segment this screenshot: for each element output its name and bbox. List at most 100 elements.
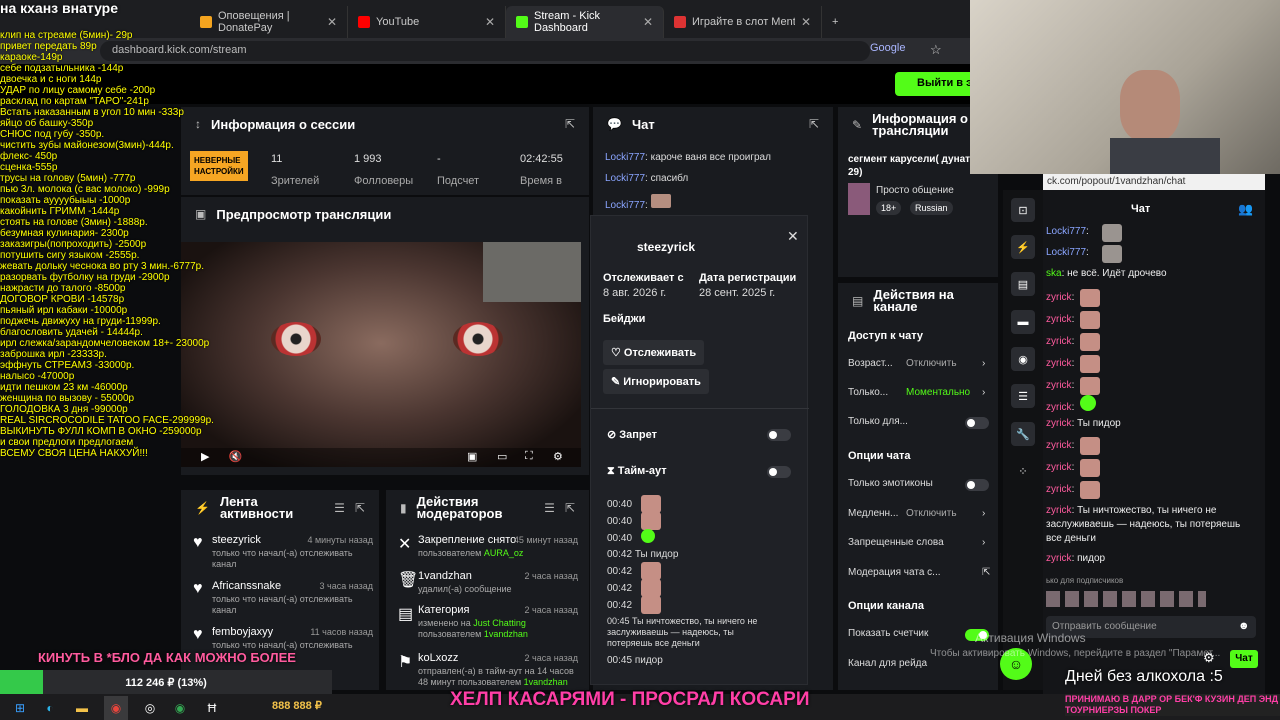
chat-message[interactable]: Locki777: [1046, 226, 1089, 237]
webcam-overlay [970, 0, 1280, 174]
bookmark-star-icon[interactable]: ☆ [930, 42, 942, 58]
stream-title[interactable]: сегмент карусели( дунате 29) [848, 153, 983, 179]
popout-icon[interactable]: ⇱ [809, 117, 819, 131]
chat-message[interactable]: zyrick: Ты ничтожество, ты ничего не зас… [1046, 504, 1251, 546]
mute-icon[interactable]: 🔇 [229, 451, 243, 463]
setting-row[interactable]: Возраст... Отключить › [848, 358, 988, 369]
list-item[interactable]: ♥ steezyrick 4 минуты назад только что нача… [193, 534, 373, 570]
chat-message[interactable]: Locki777: кароче ваня все проиграл [605, 152, 771, 163]
chevron-right-icon: › [982, 358, 986, 369]
emote-bar[interactable] [1046, 591, 1206, 607]
price-list-item: чистить зубы майонезом(3мин)-444р. [0, 140, 174, 151]
registered-label: Дата регистрации [699, 272, 797, 284]
setting-row[interactable]: Запрещенные слова › [848, 537, 988, 548]
popout-icon[interactable]: ⇱ [565, 501, 575, 515]
windows-start-icon[interactable]: ⊞ [8, 696, 32, 720]
edit-icon: ✎ [852, 118, 863, 132]
list-item[interactable]: ✕ Закрепление снято 45 минут назад пользова… [398, 534, 578, 559]
popout-icon[interactable]: ⇱ [355, 501, 365, 515]
pip-icon[interactable]: ▣ [467, 450, 477, 463]
popout-url[interactable]: ck.com/popout/1vandzhan/chat [1043, 174, 1265, 190]
setting-toggle[interactable] [965, 479, 989, 491]
app-icon[interactable]: Ħ [200, 696, 224, 720]
chat-message[interactable]: zyrick: [1046, 314, 1074, 325]
chat-message[interactable]: zyrick: [1046, 292, 1074, 303]
list-item[interactable]: 🗑 1vandzhan 2 часа назад удалил(-а) сообщен… [398, 570, 578, 595]
popout-icon[interactable]: ⇱ [565, 117, 575, 131]
browser-tab[interactable]: Оповещения | DonatePay ✕ [190, 6, 348, 38]
go-live-button[interactable]: Выйти в эфи [895, 72, 975, 96]
close-tab-icon[interactable]: ✕ [643, 15, 653, 29]
close-tab-icon[interactable]: ✕ [327, 15, 337, 29]
fullscreen-icon[interactable]: ⛶ [525, 450, 533, 463]
windows-activation-text: Чтобы активировать Windows, перейдите в … [930, 648, 1221, 659]
chat-message[interactable]: zyrick: пидор [1046, 553, 1105, 564]
emoji-icon[interactable]: ☻ [1238, 620, 1250, 632]
chat-message[interactable]: zyrick: [1046, 402, 1074, 413]
chat-message[interactable]: Locki777: спасибл [605, 173, 688, 184]
list-item[interactable]: ⚑ koLxozz 2 часа назад отправлен(-а) в тайм… [398, 652, 578, 688]
webcam-shirt [1110, 138, 1220, 174]
sliders-icon: ▤ [852, 294, 864, 308]
ban-toggle[interactable] [767, 429, 791, 441]
google-lens-button[interactable]: Google [870, 42, 905, 54]
close-icon[interactable]: ✕ [787, 228, 799, 245]
video-preview[interactable]: ▶ 🔇 ▣ ▭ ⛶ ⚙ [181, 242, 581, 467]
obs-icon[interactable]: ◎ [138, 696, 162, 720]
chrome-icon[interactable]: ◉ [104, 696, 128, 720]
ignore-button[interactable]: ✎ Игнорировать [603, 369, 709, 394]
apps-icon[interactable]: ⁘ [1011, 459, 1035, 483]
users-icon[interactable]: 👥 [1238, 202, 1253, 216]
price-list-item: привет передать 89р [0, 41, 97, 52]
chat-message[interactable]: Locki777: [1046, 247, 1089, 258]
chat-message[interactable]: zyrick: [1046, 380, 1074, 391]
browser-tab[interactable]: YouTube ✕ [348, 6, 506, 38]
filter-icon[interactable]: ☰ [334, 501, 345, 515]
setting-row[interactable]: Модерация чата с... ⇱ [848, 567, 990, 578]
chat-message[interactable]: Locki777: [605, 194, 671, 211]
price-list-item: заказигры(попроходить) -2500р [0, 239, 147, 250]
setting-row[interactable]: Только... Моментально › [848, 387, 988, 398]
settings-icon[interactable]: ⚙ [553, 450, 563, 463]
list-icon[interactable]: ☰ [1011, 384, 1035, 408]
chat-message[interactable]: zyrick: [1046, 484, 1074, 495]
chat-message[interactable]: ska: не всё. Идёт дрочево [1046, 268, 1167, 279]
new-tab-button[interactable]: + [822, 6, 852, 38]
setting-row[interactable]: Канал для рейда [848, 658, 988, 669]
chat-message[interactable]: zyrick: Ты пидор [1046, 418, 1121, 429]
chrome-icon[interactable]: ◉ [168, 696, 192, 720]
setting-row[interactable]: Медленн... Отключить › [848, 508, 988, 519]
filter-icon[interactable]: ☰ [544, 501, 555, 515]
section-title: Опции чата [848, 450, 911, 462]
edge-icon[interactable]: ◐ [38, 696, 62, 720]
chat-message[interactable]: zyrick: [1046, 440, 1074, 451]
chat-message[interactable]: zyrick: [1046, 462, 1074, 473]
price-list-item: себе подзатыльника -144р [0, 63, 124, 74]
chat-message[interactable]: zyrick: [1046, 358, 1074, 369]
category-name[interactable]: Просто общение [876, 185, 954, 196]
wrench-icon[interactable]: 🔧 [1011, 422, 1035, 446]
broadcast-icon[interactable]: ◉ [1011, 347, 1035, 371]
folder-icon[interactable]: ▬ [70, 696, 94, 720]
close-tab-icon[interactable]: ✕ [485, 15, 495, 29]
document-icon[interactable]: ▤ [1011, 272, 1035, 296]
url-input[interactable]: dashboard.kick.com/stream [100, 41, 870, 61]
chat-icon[interactable]: ▬ [1011, 310, 1035, 334]
list-item[interactable]: ♥ Africanssnake 3 часа назад только что нач… [193, 580, 373, 616]
emote [1080, 333, 1100, 351]
list-item[interactable]: ♥ femboyjaxyy 11 часов назад только что нач… [193, 626, 373, 651]
timeout-toggle[interactable] [767, 466, 791, 478]
emote [641, 562, 661, 580]
browser-tab-active[interactable]: Stream - Kick Dashboard ✕ [506, 6, 664, 38]
send-chat-button[interactable]: Чат [1230, 650, 1258, 668]
chat-message[interactable]: zyrick: [1046, 336, 1074, 347]
list-item[interactable]: ▤ Категория 2 часа назад изменено на Just C… [398, 604, 578, 640]
setting-toggle[interactable] [965, 417, 989, 429]
bolt-icon[interactable]: ⚡ [1011, 235, 1035, 259]
follow-button[interactable]: ♡ Отслеживать [603, 340, 705, 365]
theater-icon[interactable]: ▭ [497, 450, 507, 463]
browser-tab[interactable]: Играйте в слот Mental 2 от Ne✕ [664, 6, 822, 38]
clip-icon[interactable]: ⊡ [1011, 198, 1035, 222]
close-tab-icon[interactable]: ✕ [801, 15, 811, 29]
youtube-icon [358, 16, 370, 28]
